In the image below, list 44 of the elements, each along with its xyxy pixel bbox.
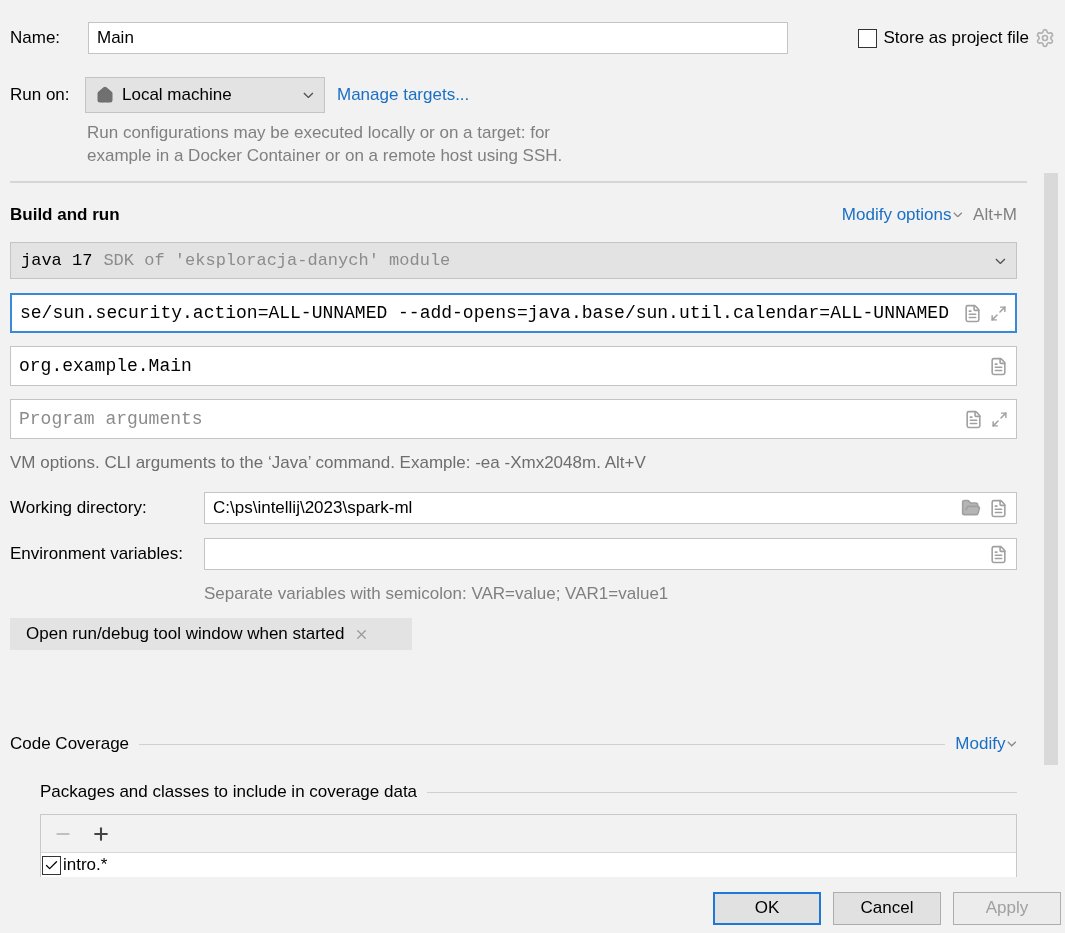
working-directory-label: Working directory: — [10, 498, 148, 518]
dialog-button[interactable]: Cancel — [833, 891, 941, 925]
store-as-project-file-label: Store as project file — [883, 28, 1029, 48]
run-on-dropdown[interactable]: Local machine — [85, 77, 325, 113]
chevron-down-icon — [953, 211, 964, 218]
document-icon[interactable] — [989, 356, 1008, 376]
dialog-button[interactable]: OK — [713, 891, 821, 925]
package-entry[interactable]: intro.* — [63, 855, 108, 875]
input-field[interactable]: org.example.Main — [10, 346, 1017, 386]
environment-variables-hint: Separate variables with semicolon: VAR=value; VAR1=value1 — [203, 583, 670, 605]
folder-icon[interactable] — [961, 498, 981, 518]
settings-icon[interactable] — [1035, 28, 1055, 48]
environment-variables-field[interactable] — [204, 538, 1017, 570]
document-icon[interactable] — [989, 498, 1008, 518]
working-directory-field[interactable]: C:\ps\intellij\2023\spark-ml — [204, 492, 1017, 524]
chevron-down-icon — [995, 257, 1006, 264]
document-icon[interactable] — [963, 303, 982, 323]
modify-link[interactable]: Modify — [955, 734, 1006, 754]
checkbox[interactable] — [42, 855, 61, 875]
run-on-label: Run on: — [10, 85, 71, 105]
home-icon — [96, 86, 114, 104]
section-title: Code Coverage — [10, 734, 130, 754]
chevron-down-icon — [303, 91, 314, 99]
input-field[interactable]: se/sun.security.action=ALL-UNNAMED --add-opens=java.base/sun.util.calendar=ALL-UNNAMED — [10, 293, 1017, 333]
manage-targets-link[interactable]: Manage targets... — [337, 85, 470, 105]
name-label: Name: — [10, 28, 62, 48]
environment-variables-label: Environment variables: — [10, 544, 184, 564]
document-icon[interactable] — [989, 544, 1008, 564]
expand-icon[interactable] — [991, 410, 1008, 428]
name-field[interactable]: Main — [88, 22, 788, 54]
option-chip[interactable]: Open run/debug tool window when started — [10, 618, 412, 650]
vm-options-hint: VM options. CLI arguments to the ‘Java’ command. Example: -ea -Xmx2048m. Alt+V — [10, 452, 647, 474]
hint-text: example in a Docker Container or on a remote host using SSH. — [87, 145, 564, 167]
shortcut-text: Alt+M — [973, 204, 1017, 225]
group-title: Packages and classes to include in coverage data — [40, 782, 418, 802]
modify-options-link[interactable]: Modify options — [841, 204, 952, 225]
checkbox[interactable] — [858, 28, 878, 48]
sdk-dropdown[interactable]: java 17 SDK of 'eksploracja-danych' module — [10, 242, 1017, 279]
section-title: Build and run — [10, 204, 120, 225]
expand-icon[interactable] — [990, 304, 1007, 322]
chevron-down-icon — [1007, 741, 1017, 747]
document-icon[interactable] — [964, 409, 983, 429]
hint-text: Run configurations may be executed locally or on a target: for — [87, 122, 552, 144]
scrollbar-thumb[interactable] — [1044, 173, 1058, 765]
